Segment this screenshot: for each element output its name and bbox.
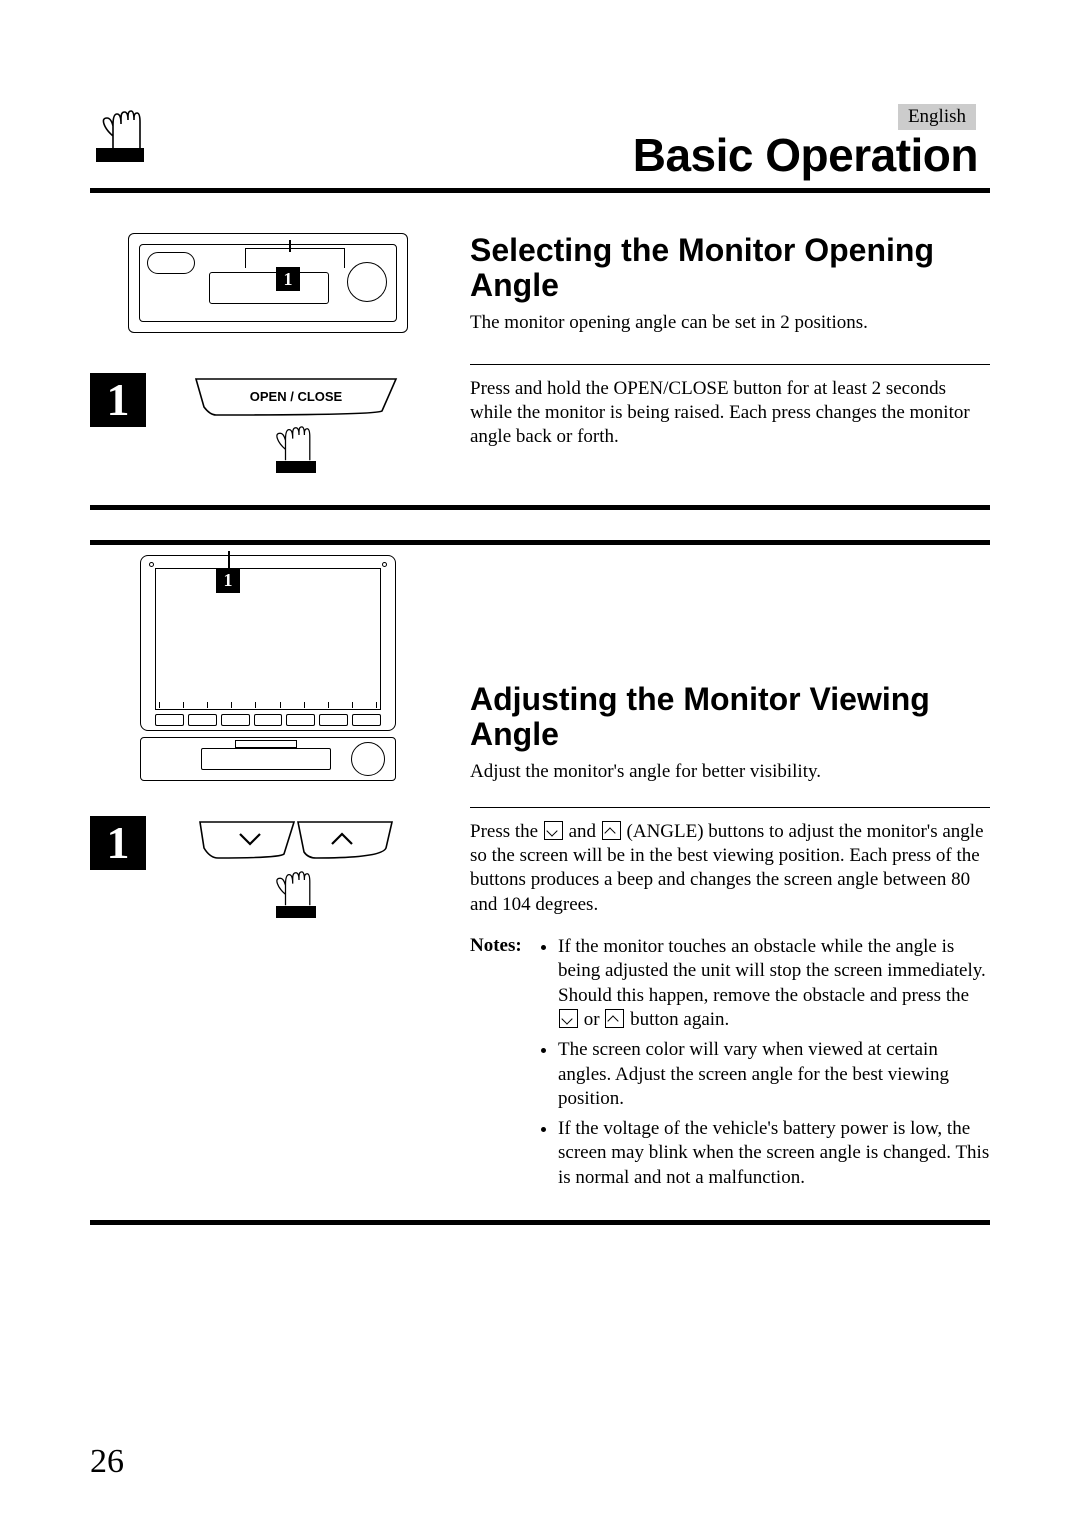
step-instruction: Press and hold the OPEN/CLOSE button for… <box>470 377 990 450</box>
section-intro: Adjust the monitor's angle for better vi… <box>470 760 990 784</box>
language-label: English <box>898 104 976 130</box>
angle-down-icon <box>544 821 563 840</box>
step-instruction: Press the and (ANGLE) buttons to adjust … <box>470 820 990 917</box>
page-number: 26 <box>90 1443 124 1481</box>
notes-block: Notes: If the monitor touches an obstacl… <box>470 935 990 1196</box>
angle-up-icon <box>605 1009 624 1028</box>
button-label: OPEN / CLOSE <box>250 389 343 404</box>
angle-down-icon <box>559 1009 578 1028</box>
hand-icon <box>98 100 142 150</box>
note-item: If the voltage of the vehicle's battery … <box>558 1117 990 1190</box>
manual-operation-icon <box>96 100 144 162</box>
open-close-button-diagram: OPEN / CLOSE <box>146 373 446 485</box>
step-number: 1 <box>90 816 146 870</box>
section-heading: Adjusting the Monitor Viewing Angle <box>470 682 990 752</box>
angle-up-icon <box>602 821 621 840</box>
unit-faceplate-diagram: 1 <box>128 233 408 333</box>
title-rule <box>90 188 990 193</box>
section-intro: The monitor opening angle can be set in … <box>470 311 990 335</box>
angle-buttons-diagram <box>146 816 446 938</box>
section-heading: Selecting the Monitor Opening Angle <box>470 233 990 303</box>
callout-marker: 1 <box>216 569 240 593</box>
note-item: The screen color will vary when viewed a… <box>558 1038 990 1111</box>
callout-marker: 1 <box>276 267 300 291</box>
monitor-open-diagram: 1 <box>140 555 396 785</box>
step-number: 1 <box>90 373 146 427</box>
notes-label: Notes: <box>470 935 540 1196</box>
page-title: Basic Operation <box>90 128 990 182</box>
note-item: If the monitor touches an obstacle while… <box>558 935 990 1032</box>
